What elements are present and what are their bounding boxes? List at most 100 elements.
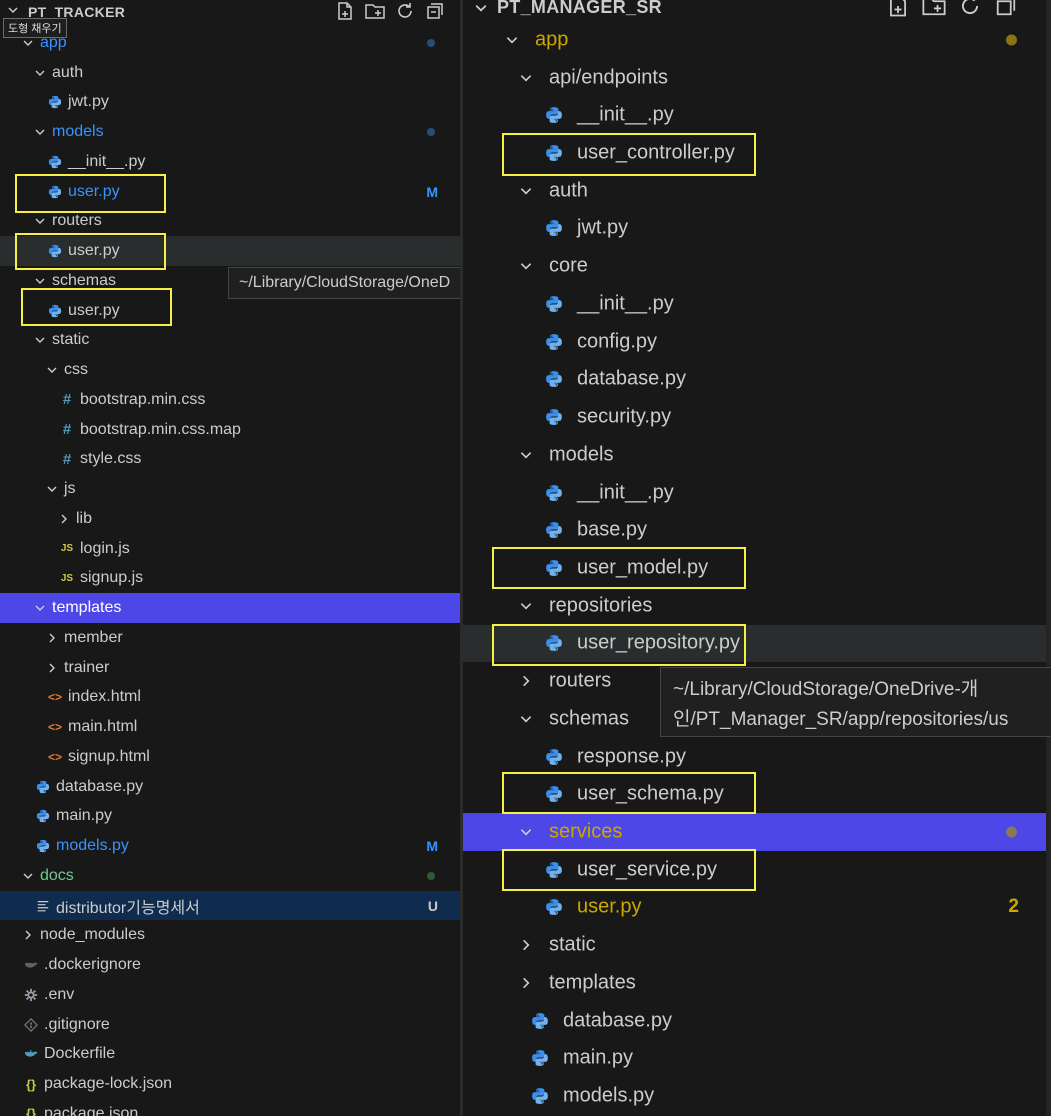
tree-file[interactable]: database.py bbox=[463, 1002, 1051, 1040]
chevron-right-icon[interactable] bbox=[519, 976, 533, 990]
tree-file[interactable]: models.py M bbox=[0, 831, 460, 861]
tree-folder[interactable]: docs bbox=[0, 861, 460, 891]
tree-folder[interactable]: templates bbox=[463, 964, 1051, 1002]
tree-folder[interactable]: static bbox=[463, 926, 1051, 964]
chevron-down-icon[interactable] bbox=[519, 825, 533, 839]
tree-folder[interactable]: app bbox=[463, 21, 1051, 59]
tree-file[interactable]: .env bbox=[0, 980, 460, 1010]
tree-file[interactable]: user.py M bbox=[0, 177, 460, 207]
tree-file[interactable]: JS login.js bbox=[0, 534, 460, 564]
chevron-down-icon[interactable] bbox=[519, 712, 533, 726]
chevron-down-icon[interactable] bbox=[34, 602, 46, 614]
collapse-all-icon[interactable] bbox=[424, 0, 446, 22]
chevron-down-icon[interactable] bbox=[34, 334, 46, 346]
tree-file[interactable]: # bootstrap.min.css.map bbox=[0, 415, 460, 445]
chevron-down-icon[interactable] bbox=[519, 599, 533, 613]
tree-folder[interactable]: auth bbox=[463, 172, 1051, 210]
scrollbar[interactable] bbox=[1046, 0, 1051, 1116]
chevron-down-icon[interactable] bbox=[519, 259, 533, 273]
chevron-down-icon[interactable] bbox=[519, 71, 533, 85]
tree-file[interactable]: jwt.py bbox=[463, 210, 1051, 248]
tree-file[interactable]: __init__.py bbox=[0, 147, 460, 177]
new-folder-icon[interactable] bbox=[364, 0, 386, 22]
chevron-down-icon[interactable] bbox=[22, 870, 34, 882]
tree-file[interactable]: {} package.json bbox=[0, 1099, 460, 1116]
tree-file[interactable]: security.py bbox=[463, 398, 1051, 436]
tree-folder[interactable]: trainer bbox=[0, 653, 460, 683]
tree-file[interactable]: user_model.py bbox=[463, 549, 1051, 587]
chevron-down-icon[interactable] bbox=[34, 275, 46, 287]
tree-file[interactable]: jwt.py bbox=[0, 88, 460, 118]
tree-file[interactable]: <> index.html bbox=[0, 683, 460, 713]
new-file-icon[interactable] bbox=[885, 0, 911, 19]
tree-folder[interactable]: node_modules bbox=[0, 921, 460, 951]
tree-folder[interactable]: app bbox=[0, 28, 460, 58]
tree-file[interactable]: distributor기능명세서 U bbox=[0, 890, 460, 921]
tree-folder[interactable]: static bbox=[0, 326, 460, 356]
refresh-icon[interactable] bbox=[957, 0, 983, 19]
chevron-right-icon[interactable] bbox=[519, 938, 533, 952]
collapse-chevron-icon[interactable] bbox=[8, 2, 18, 14]
tree-file[interactable]: __init__.py bbox=[463, 474, 1051, 512]
chevron-down-icon[interactable] bbox=[34, 67, 46, 79]
tree-folder[interactable]: auth bbox=[0, 58, 460, 88]
collapse-chevron-icon[interactable] bbox=[475, 0, 487, 12]
tree-folder[interactable]: css bbox=[0, 355, 460, 385]
refresh-icon[interactable] bbox=[394, 0, 416, 22]
tree-file[interactable]: user.py bbox=[0, 236, 460, 266]
tree-file[interactable]: base.py bbox=[463, 511, 1051, 549]
chevron-down-icon[interactable] bbox=[34, 215, 46, 227]
tree-file[interactable]: user.py bbox=[0, 296, 460, 326]
tree-file[interactable]: user_service.py bbox=[463, 851, 1051, 889]
tree-file[interactable]: database.py bbox=[0, 772, 460, 802]
chevron-down-icon[interactable] bbox=[505, 33, 519, 47]
chevron-right-icon[interactable] bbox=[46, 662, 58, 674]
explorer-header-right: PT_MANAGER_SR bbox=[463, 0, 1051, 17]
tree-file[interactable]: .dockerignore bbox=[0, 950, 460, 980]
tree-file[interactable]: main.py bbox=[463, 1039, 1051, 1077]
tree-file[interactable]: models.py bbox=[463, 1077, 1051, 1115]
tree-file[interactable]: .gitignore bbox=[0, 1010, 460, 1040]
tree-file[interactable]: {} package-lock.json bbox=[0, 1069, 460, 1099]
tree-folder[interactable]: member bbox=[0, 623, 460, 653]
tree-file[interactable]: # bootstrap.min.css bbox=[0, 385, 460, 415]
new-file-icon[interactable] bbox=[334, 0, 356, 22]
chevron-down-icon[interactable] bbox=[519, 184, 533, 198]
tree-folder[interactable]: services bbox=[463, 813, 1051, 851]
chevron-right-icon[interactable] bbox=[22, 929, 34, 941]
collapse-all-icon[interactable] bbox=[993, 0, 1019, 19]
tree-file[interactable]: <> signup.html bbox=[0, 742, 460, 772]
tree-folder[interactable]: models bbox=[0, 117, 460, 147]
tree-file[interactable]: main.py bbox=[0, 802, 460, 832]
tree-file[interactable]: user_schema.py bbox=[463, 775, 1051, 813]
tree-file[interactable]: user_controller.py bbox=[463, 134, 1051, 172]
tree-folder[interactable]: lib bbox=[0, 504, 460, 534]
chevron-down-icon[interactable] bbox=[46, 364, 58, 376]
tree-folder[interactable]: repositories bbox=[463, 587, 1051, 625]
tree-file[interactable]: database.py bbox=[463, 360, 1051, 398]
tree-file[interactable]: config.py bbox=[463, 323, 1051, 361]
tree-file[interactable]: __init__.py bbox=[463, 285, 1051, 323]
tree-file[interactable]: Dockerfile bbox=[0, 1040, 460, 1070]
tree-file[interactable]: __init__.py bbox=[463, 96, 1051, 134]
tree-folder[interactable]: core bbox=[463, 247, 1051, 285]
chevron-down-icon[interactable] bbox=[519, 448, 533, 462]
tree-file[interactable]: user_repository.py bbox=[463, 624, 1051, 663]
tree-folder[interactable]: api/endpoints bbox=[463, 59, 1051, 97]
tree-folder[interactable]: routers bbox=[0, 207, 460, 237]
chevron-right-icon[interactable] bbox=[46, 632, 58, 644]
chevron-right-icon[interactable] bbox=[58, 513, 70, 525]
tree-file[interactable]: JS signup.js bbox=[0, 564, 460, 594]
tree-file[interactable]: <> main.html bbox=[0, 712, 460, 742]
chevron-down-icon[interactable] bbox=[46, 483, 58, 495]
tree-folder[interactable]: models bbox=[463, 436, 1051, 474]
tree-file[interactable]: user.py 2 bbox=[463, 889, 1051, 927]
chevron-down-icon[interactable] bbox=[22, 37, 34, 49]
tree-folder[interactable]: js bbox=[0, 474, 460, 504]
chevron-right-icon[interactable] bbox=[519, 674, 533, 688]
chevron-down-icon[interactable] bbox=[34, 126, 46, 138]
tree-file[interactable]: response.py bbox=[463, 738, 1051, 776]
new-folder-icon[interactable] bbox=[921, 0, 947, 19]
tree-file[interactable]: # style.css bbox=[0, 445, 460, 475]
tree-folder[interactable]: templates bbox=[0, 593, 460, 623]
